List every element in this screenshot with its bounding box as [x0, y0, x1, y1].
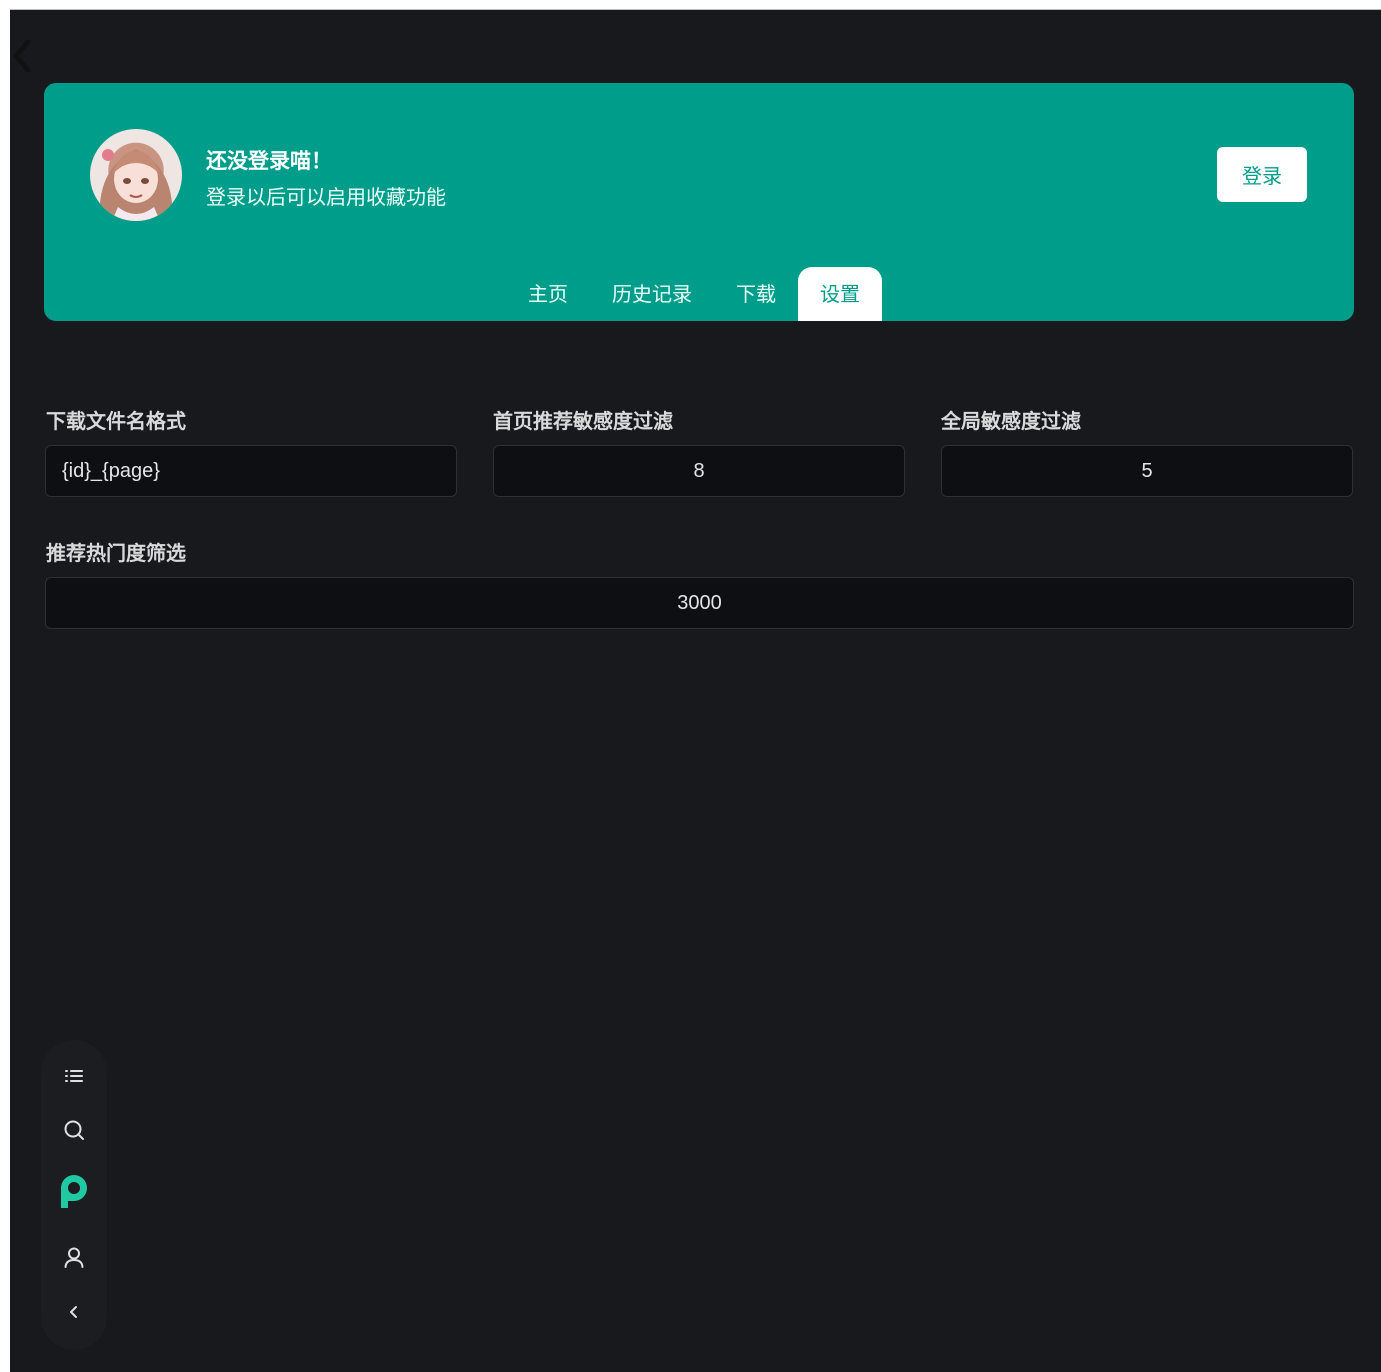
filename-format-label: 下载文件名格式 [46, 409, 186, 433]
tab-downloads[interactable]: 下载 [714, 267, 798, 321]
back-chevron-icon[interactable] [6, 36, 36, 76]
popularity-filter-input[interactable] [45, 577, 1354, 629]
popularity-filter-label: 推荐热门度筛选 [46, 541, 186, 565]
avatar-illustration [99, 149, 173, 221]
app-window: 还没登录喵！ 登录以后可以启用收藏功能 登录 主页 历史记录 下载 设置 下载文… [10, 10, 1381, 1372]
pixiv-logo-icon[interactable] [51, 1166, 97, 1212]
home-sensitivity-input[interactable] [493, 445, 905, 497]
avatar[interactable] [90, 129, 182, 221]
greeting-title: 还没登录喵！ [206, 149, 332, 173]
profile-header: 还没登录喵！ 登录以后可以启用收藏功能 登录 主页 历史记录 下载 设置 [44, 83, 1354, 321]
greeting-subtitle: 登录以后可以启用收藏功能 [206, 185, 446, 209]
tab-history[interactable]: 历史记录 [590, 267, 714, 321]
search-icon[interactable] [58, 1114, 90, 1146]
login-button[interactable]: 登录 [1217, 147, 1307, 202]
global-sensitivity-input[interactable] [941, 445, 1353, 497]
tab-home[interactable]: 主页 [506, 267, 590, 321]
chevron-left-icon[interactable] [58, 1296, 90, 1328]
user-icon[interactable] [58, 1242, 90, 1274]
list-icon[interactable] [58, 1060, 90, 1092]
tab-bar: 主页 历史记录 下载 设置 [506, 267, 882, 321]
tab-settings[interactable]: 设置 [798, 267, 882, 321]
home-sensitivity-label: 首页推荐敏感度过滤 [493, 409, 673, 433]
filename-format-input[interactable] [45, 445, 457, 497]
side-dock [41, 1040, 107, 1350]
global-sensitivity-label: 全局敏感度过滤 [941, 409, 1081, 433]
